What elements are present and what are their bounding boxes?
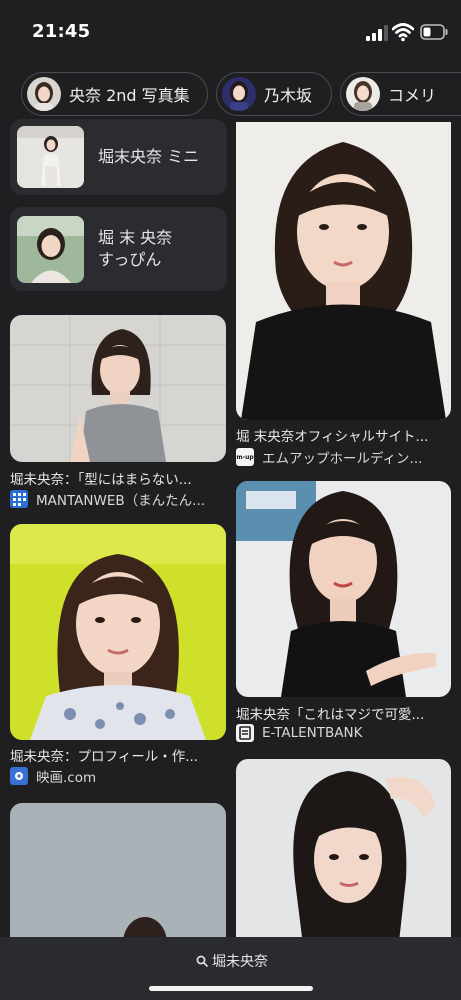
result-source[interactable]: m-up エムアップホールディン... xyxy=(236,447,451,467)
result-source[interactable]: 映画.com xyxy=(10,766,226,786)
chip-nogizaka[interactable]: 乃木坂 xyxy=(216,72,332,116)
search-query-label: 堀未央奈 xyxy=(212,954,268,970)
status-bar: 21:45 xyxy=(0,0,461,66)
result-image[interactable] xyxy=(10,524,226,740)
search-query-pill[interactable]: 堀未央奈 xyxy=(196,951,268,971)
mup-logo-icon: m-up xyxy=(236,448,254,466)
chip-avatar xyxy=(346,77,380,111)
result-caption[interactable]: 堀未央奈：プロフィール・作... xyxy=(10,745,226,765)
chip-komeri[interactable]: コメリ xyxy=(340,72,461,116)
related-search-thumbnail xyxy=(17,216,84,283)
battery-icon xyxy=(420,24,448,40)
result-source[interactable]: E-TALENTBANK xyxy=(236,724,451,742)
result-source-label: MANTANWEB（まんたん... xyxy=(36,493,206,509)
result-image[interactable] xyxy=(236,481,451,697)
suggestion-chips: 央奈 2nd 写真集 乃木坂 コメリ xyxy=(0,72,461,118)
chip-avatar xyxy=(27,77,61,111)
result-caption[interactable]: 堀 末央奈オフィシャルサイト... xyxy=(236,425,451,445)
bottom-search-bar: 堀未央奈 xyxy=(0,937,461,1000)
result-caption[interactable]: 堀未央奈「これはマジで可愛... xyxy=(236,703,451,723)
result-source-label: 映画.com xyxy=(36,770,97,786)
result-source[interactable]: MANTANWEB（まんたん... xyxy=(10,489,226,509)
related-search-card[interactable]: 堀 末 央奈 すっぴん xyxy=(10,207,227,291)
chip-label: 乃木坂 xyxy=(264,86,313,105)
chip-label: 央奈 2nd 写真集 xyxy=(69,86,190,105)
wifi-icon xyxy=(392,23,414,42)
chip-avatar xyxy=(222,77,256,111)
search-icon xyxy=(196,955,208,967)
screen: 21:45 央奈 2nd 写真集 乃木坂 コメリ 堀末央奈 ミニ 堀 末 央奈 … xyxy=(0,0,461,1000)
mantanweb-logo-icon xyxy=(10,490,28,508)
result-source-label: エムアップホールディン... xyxy=(262,451,423,467)
chip-label: コメリ xyxy=(388,86,437,105)
home-indicator[interactable] xyxy=(149,986,313,991)
status-time: 21:45 xyxy=(32,21,91,42)
etalentbank-logo-icon xyxy=(236,724,254,742)
result-caption[interactable]: 堀未央奈：「型にはまらない... xyxy=(10,468,226,488)
related-search-label: 堀 末 央奈 すっぴん xyxy=(98,228,173,269)
result-image[interactable] xyxy=(10,315,226,462)
related-search-label: 堀末央奈 ミニ xyxy=(98,147,200,166)
result-image[interactable] xyxy=(236,122,451,420)
related-search-thumbnail xyxy=(17,126,84,188)
related-search-card[interactable]: 堀末央奈 ミニ xyxy=(10,119,227,195)
chip-2nd-photobook[interactable]: 央奈 2nd 写真集 xyxy=(21,72,208,116)
eiga-com-logo-icon xyxy=(10,767,28,785)
result-source-label: E-TALENTBANK xyxy=(262,725,363,741)
cellular-signal-icon xyxy=(366,25,388,41)
